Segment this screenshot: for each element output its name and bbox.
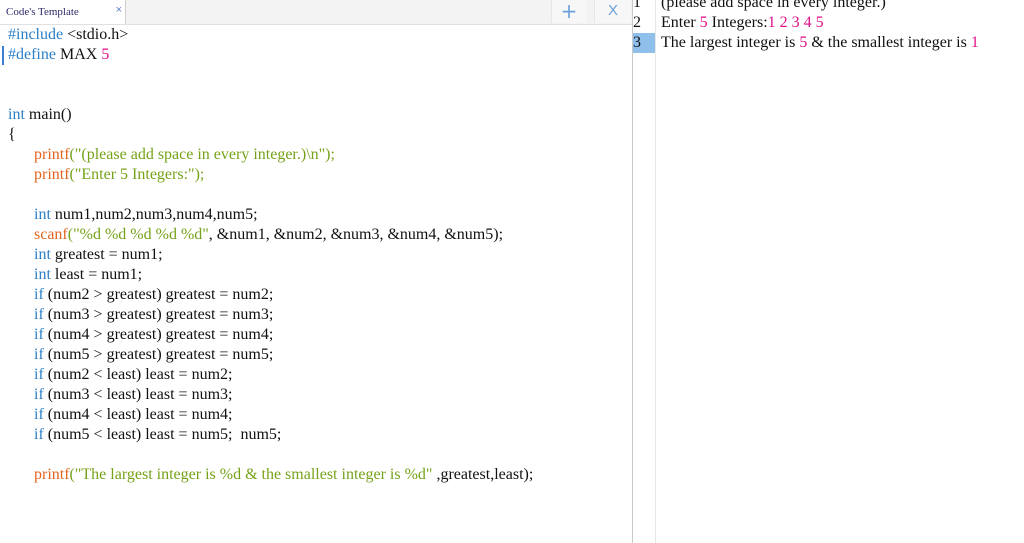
output-line: (please add space in every integer.)	[661, 0, 886, 11]
current-line-marker	[2, 46, 4, 65]
code-line: if (num2 < least) least = num2;	[34, 366, 233, 383]
output-line-number: 2	[633, 14, 641, 31]
code-line: int greatest = num1;	[34, 246, 163, 263]
code-line: if (num3 > greatest) greatest = num3;	[34, 306, 274, 323]
editor-tab-bar: Code's Template × + X	[0, 0, 632, 25]
close-editor-button[interactable]: X	[594, 0, 631, 23]
code-line: #include <stdio.h>	[8, 26, 129, 43]
editor-tab[interactable]: Code's Template ×	[0, 0, 126, 24]
output-line-number: 1	[633, 0, 641, 11]
output-line-number: 3	[633, 34, 641, 51]
code-line: if (num5 > greatest) greatest = num5;	[34, 346, 274, 363]
code-line: #define MAX 5	[8, 46, 110, 63]
code-line: printf("Enter 5 Integers:");	[34, 166, 205, 183]
output-line: The largest integer is 5 & the smallest …	[661, 34, 979, 51]
add-tab-button[interactable]: +	[551, 0, 586, 23]
code-line: scanf("%d %d %d %d %d", &num1, &num2, &n…	[34, 226, 504, 243]
code-line: printf("(please add space in every integ…	[34, 146, 335, 163]
code-line: int main()	[8, 106, 72, 123]
output-line: Enter 5 Integers:1 2 3 4 5	[661, 14, 824, 31]
code-line: {	[8, 126, 16, 143]
code-line: if (num4 > greatest) greatest = num4;	[34, 326, 274, 343]
tab-title: Code's Template	[6, 6, 79, 18]
tab-close-icon[interactable]: ×	[116, 4, 122, 16]
code-line: if (num3 < least) least = num3;	[34, 386, 233, 403]
code-line: printf("The largest integer is %d & the …	[34, 466, 534, 483]
gutter-divider	[655, 0, 656, 543]
code-editor[interactable]: Code's Template × + X #include <stdio.h>…	[0, 0, 633, 543]
output-console[interactable]: 1 (please add space in every integer.) 2…	[633, 0, 1024, 543]
code-line: int num1,num2,num3,num4,num5;	[34, 206, 258, 223]
code-line: int least = num1;	[34, 266, 143, 283]
code-line: if (num5 < least) least = num5; num5;	[34, 426, 282, 443]
code-line: if (num4 < least) least = num4;	[34, 406, 233, 423]
code-line: if (num2 > greatest) greatest = num2;	[34, 286, 274, 303]
